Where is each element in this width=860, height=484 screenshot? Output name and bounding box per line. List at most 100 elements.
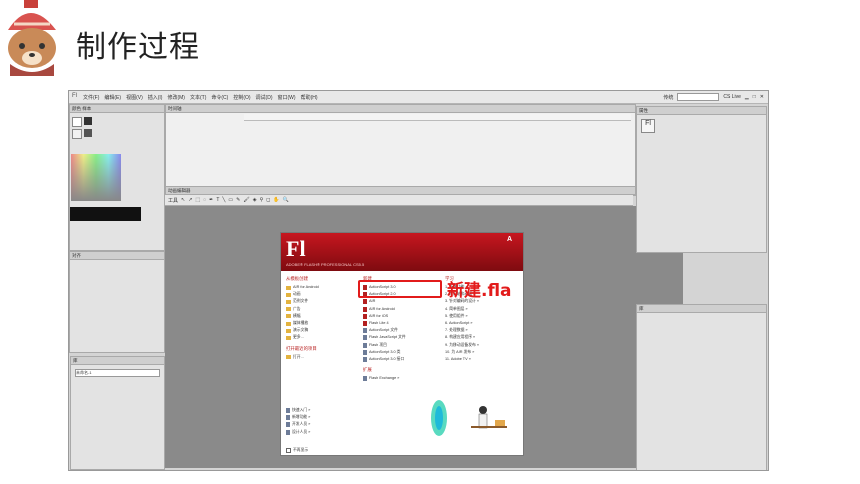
flash-app-icon: Fl [72,93,77,99]
minimize-icon[interactable]: ▁ [745,94,749,100]
mascot-illustration [8,0,56,76]
pencil-tool-icon[interactable]: ✎ [236,197,240,203]
menu-file[interactable]: 文件(F) [83,94,99,101]
new-item[interactable]: ActionScript 3.0 类 [363,349,438,356]
paint-bucket-tool-icon[interactable]: ◈ [253,197,257,203]
template-item[interactable]: 横幅 [286,313,356,320]
welcome-header: Fl ADOBE® FLASH® PROFESSIONAL CS5.5 A [281,233,523,271]
script-file-icon [363,356,367,362]
new-item[interactable]: Flash JavaScript 文件 [363,334,438,341]
folder-icon [286,307,291,312]
folder-icon [286,321,291,326]
pen-tool-icon[interactable]: ✒ [209,197,213,203]
motion-editor-tab[interactable]: 动画编辑器 [166,187,635,195]
tab-color[interactable]: 颜色 [72,106,81,111]
fla-file-icon [363,299,367,305]
library-panel-tabs: 库 [71,357,164,365]
stroke-swatch-2[interactable] [72,129,82,139]
menu-modify[interactable]: 修改(M) [167,94,185,101]
tab-properties[interactable]: 属性 [639,108,648,113]
document-icon: Fl [641,119,655,133]
new-item[interactable]: ActionScript 文件 [363,327,438,334]
new-item[interactable]: AIR [363,298,438,305]
zoom-tool-icon[interactable]: 🔍 [283,197,289,203]
learn-link[interactable]: 10. 为 AIR 发布 » [445,349,521,356]
flash-exchange-link[interactable]: Flash Exchange » [363,375,438,382]
extend-heading: 扩展 [363,367,372,373]
fill-swatch-2[interactable] [84,129,92,137]
menu-help[interactable]: 帮助(H) [301,94,318,101]
tab-align[interactable]: 对齐 [72,253,81,258]
fill-color-swatch[interactable] [84,117,92,125]
new-item[interactable]: AIR for Android [363,306,438,313]
learn-link[interactable]: 6. ActionScript » [445,320,521,327]
developers-link[interactable]: 开发人员 » [286,421,356,428]
learn-link[interactable]: 9. 为移动设备发布 » [445,342,521,349]
template-item[interactable]: 演示文稿 [286,327,356,334]
library-right-tabs: 库 [637,305,766,313]
menu-window[interactable]: 窗口(W) [278,94,296,101]
whats-new-link[interactable]: 新增功能 » [286,414,356,421]
folder-icon [286,292,291,297]
menu-insert[interactable]: 插入(I) [148,94,163,101]
new-item[interactable]: Flash 项目 [363,342,438,349]
welcome-screen: Fl ADOBE® FLASH® PROFESSIONAL CS5.5 A 从模… [280,232,524,456]
stroke-color-swatch[interactable] [72,117,82,127]
script-file-icon [363,335,367,341]
timeline-ruler[interactable] [244,114,631,121]
color-spectrum-picker[interactable] [71,154,121,201]
properties-panel: 属性 Fl [636,106,767,253]
eraser-tool-icon[interactable]: ◻ [266,197,270,203]
selection-tool-icon[interactable]: ↖ [181,197,185,203]
learn-link[interactable]: 4. 简单图层 » [445,306,521,313]
template-item[interactable]: 广告 [286,306,356,313]
template-item[interactable]: AIR for Android [286,284,356,291]
tab-library[interactable]: 库 [73,358,78,363]
workspace-switcher[interactable]: 传统 [663,94,673,101]
learn-link[interactable]: 7. 处理数据 » [445,327,521,334]
lasso-tool-icon[interactable]: ◌ [203,197,206,203]
template-item[interactable]: 范例文件 [286,298,356,305]
menu-control[interactable]: 控制(O) [233,94,250,101]
menu-text[interactable]: 文本(T) [190,94,206,101]
quick-start-link[interactable]: 快速入门 » [286,407,356,414]
line-tool-icon[interactable]: ╲ [222,197,225,203]
tab-swatches[interactable]: 样本 [82,106,91,111]
new-item[interactable]: ActionScript 3.0 接口 [363,356,438,363]
tab-library-right[interactable]: 库 [639,306,644,311]
library-doc-select[interactable]: 未命名-1 [75,369,160,377]
menu-list: 文件(F) 编辑(E) 视图(V) 插入(I) 修改(M) 文本(T) 命令(C… [83,94,318,101]
flash-ide-screenshot: Fl 文件(F) 编辑(E) 视图(V) 插入(I) 修改(M) 文本(T) 命… [68,90,769,471]
open-file-item[interactable]: 打开... [286,354,356,361]
menu-view[interactable]: 视图(V) [126,94,143,101]
dont-show-checkbox[interactable]: 不再显示 [286,447,366,454]
hand-tool-icon[interactable]: ✋ [273,197,279,203]
menu-command[interactable]: 命令(C) [211,94,228,101]
cs-live-button[interactable]: CS Live [723,94,741,100]
tab-timeline[interactable]: 时间轴 [168,106,182,111]
learn-link[interactable]: 8. 构建应用程序 » [445,334,521,341]
designers-link[interactable]: 设计人员 » [286,429,356,436]
menu-debug[interactable]: 调试(D) [256,94,273,101]
rectangle-tool-icon[interactable]: ▭ [228,197,233,203]
properties-tabs: 属性 [637,107,766,115]
color-panel-tabs: 颜色 样本 [70,105,164,113]
subselection-tool-icon[interactable]: ↗ [188,197,192,203]
free-transform-tool-icon[interactable]: ⬚ [195,197,200,203]
timeline-panel: 时间轴 [165,104,636,194]
close-icon[interactable]: ✕ [760,94,764,100]
menu-edit[interactable]: 编辑(E) [104,94,121,101]
template-item[interactable]: 动画 [286,291,356,298]
learn-link[interactable]: 5. 使用组件 » [445,313,521,320]
fla-file-icon [363,321,367,327]
learn-link[interactable]: 11. Adobe TV » [445,356,521,363]
help-search-input[interactable] [677,93,720,101]
new-item[interactable]: AIR for iOS [363,313,438,320]
maximize-icon[interactable]: □ [753,94,756,100]
text-tool-icon[interactable]: T [216,197,219,203]
template-item[interactable]: 媒体播放 [286,320,356,327]
template-item[interactable]: 更多... [286,334,356,341]
new-item[interactable]: Flash Lite 4 [363,320,438,327]
brush-tool-icon[interactable]: 🖌 [243,197,249,203]
eyedropper-tool-icon[interactable]: ⚲ [260,197,264,203]
